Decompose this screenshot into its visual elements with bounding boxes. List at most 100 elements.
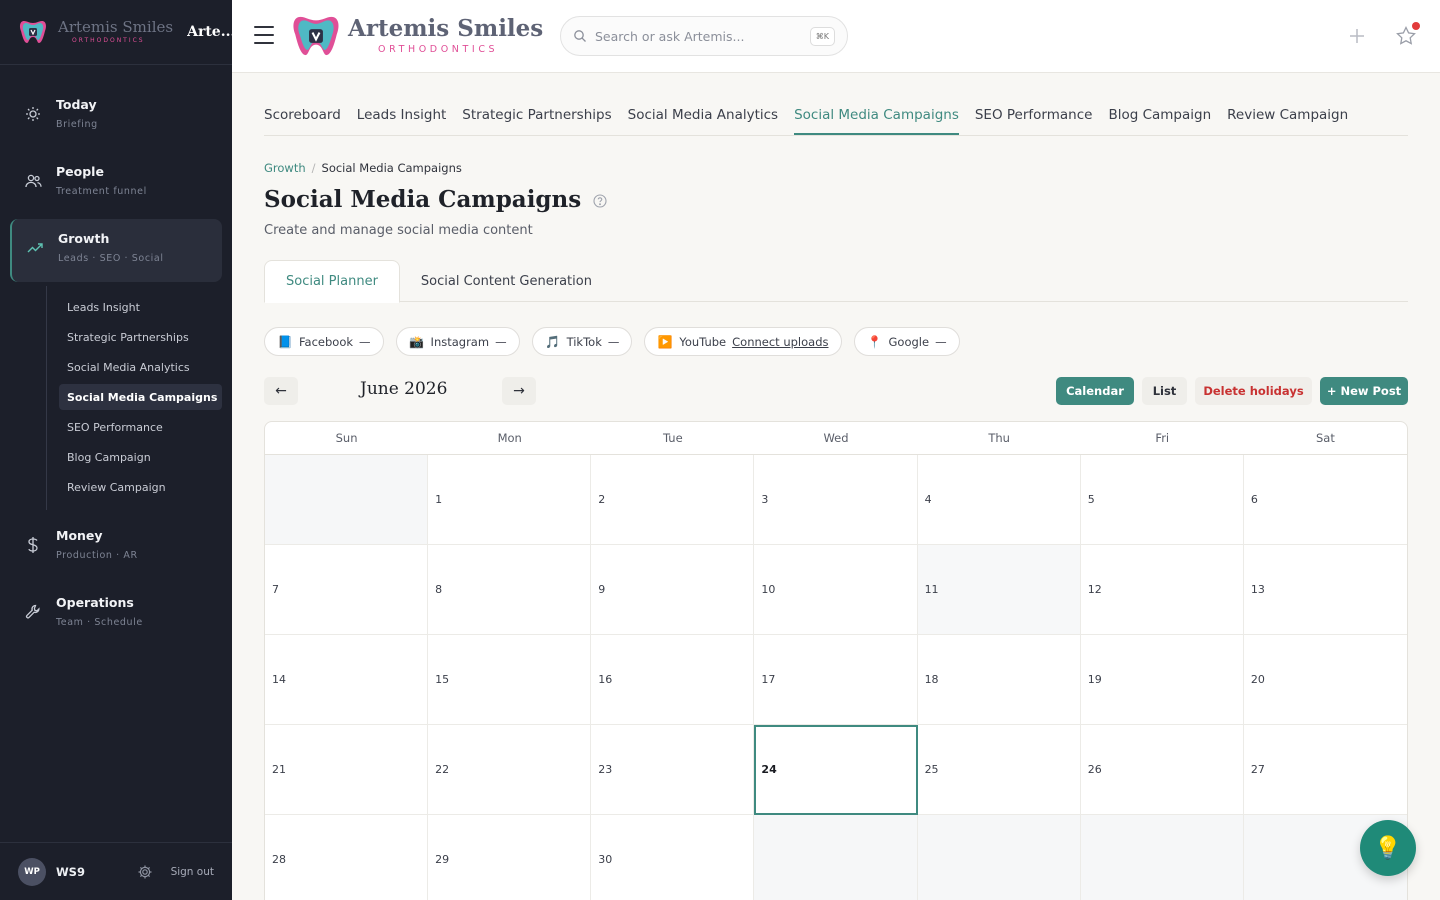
calendar-day[interactable]: 12 <box>1080 545 1244 635</box>
calendar-day[interactable]: 22 <box>428 725 592 815</box>
calendar-day-empty <box>265 455 429 545</box>
chip-instagram[interactable]: 📸 Instagram — <box>395 327 520 356</box>
calendar-day[interactable]: 29 <box>428 815 592 900</box>
chip-tiktok[interactable]: 🎵 TikTok — <box>531 327 633 356</box>
weekday-label: Mon <box>497 431 522 445</box>
calendar-day[interactable]: 25 <box>917 725 1081 815</box>
tab-strategic-partnerships[interactable]: Strategic Partnerships <box>462 107 611 135</box>
prev-month-button[interactable]: ← <box>264 377 298 405</box>
brand-logo[interactable]: Artemis Smiles ORTHODONTICS <box>290 10 543 62</box>
gear-icon[interactable] <box>137 864 153 880</box>
calendar-day[interactable]: 23 <box>591 725 755 815</box>
sidebar-subitem-social-media-campaigns[interactable]: Social Media Campaigns <box>59 384 222 410</box>
calendar-day[interactable]: 16 <box>591 635 755 725</box>
next-month-button[interactable]: → <box>502 377 536 405</box>
chip-facebook[interactable]: 📘 Facebook — <box>264 327 384 356</box>
calendar-day[interactable]: 1 <box>428 455 592 545</box>
brand-name: Artemis Smiles <box>348 15 544 42</box>
calendar-day[interactable]: 8 <box>428 545 592 635</box>
sidebar-subitem-social-media-analytics[interactable]: Social Media Analytics <box>59 354 222 380</box>
sidebar-subitem-blog-campaign[interactable]: Blog Campaign <box>59 444 222 470</box>
lightbulb-assistant-button[interactable]: 💡 <box>1360 820 1416 876</box>
weekday-label: Sun <box>335 431 358 445</box>
calendar-view-button[interactable]: Calendar <box>1056 377 1134 405</box>
day-number: 24 <box>761 763 777 776</box>
day-number: 29 <box>435 853 450 866</box>
day-number: 21 <box>272 763 286 776</box>
sidebar-brand[interactable]: Artemis Smiles ORTHODONTICS Arte... <box>0 0 235 65</box>
calendar-day[interactable]: 17 <box>754 635 918 725</box>
help-icon[interactable] <box>593 193 607 208</box>
weekday-label: Sat <box>1315 431 1335 445</box>
sidebar-item-money[interactable]: Money Production · AR <box>10 516 222 579</box>
calendar-day[interactable]: 6 <box>1243 455 1407 545</box>
day-number: 13 <box>1250 583 1265 596</box>
calendar-day[interactable]: 9 <box>591 545 755 635</box>
calendar-day-today[interactable]: 24 <box>754 725 918 815</box>
calendar-day[interactable]: 10 <box>754 545 918 635</box>
breadcrumb-link-growth[interactable]: Growth <box>264 161 306 175</box>
sign-out-button[interactable]: Sign out <box>171 866 214 878</box>
sidebar-item-operations[interactable]: Operations Team · Schedule <box>10 583 222 646</box>
list-view-button[interactable]: List <box>1142 377 1187 405</box>
tab-blog-campaign[interactable]: Blog Campaign <box>1108 107 1211 135</box>
calendar-day[interactable]: 20 <box>1243 635 1407 725</box>
calendar-day[interactable]: 19 <box>1080 635 1244 725</box>
day-number: 5 <box>1087 493 1095 506</box>
sidebar-nav: Today Briefing People Treatment funnel G… <box>0 65 232 646</box>
tab-leads-insight[interactable]: Leads Insight <box>357 107 447 135</box>
calendar-day-empty <box>917 815 1081 900</box>
day-number: 9 <box>598 583 606 596</box>
day-number: 26 <box>1087 763 1102 776</box>
sidebar-subitem-seo-performance[interactable]: SEO Performance <box>59 414 222 440</box>
sidebar-item-people[interactable]: People Treatment funnel <box>10 152 222 215</box>
avatar[interactable]: WP <box>18 857 46 886</box>
calendar-day[interactable]: 5 <box>1080 455 1244 545</box>
chip-google[interactable]: 📍 Google — <box>853 327 960 356</box>
sidebar-item-title: People <box>56 164 104 179</box>
calendar: Sun Mon Tue Wed Thu Fri Sat 1 2 3 4 5 6 … <box>264 421 1408 900</box>
day-number: 17 <box>761 673 776 686</box>
day-number: 11 <box>924 583 939 596</box>
lightbulb-icon: 💡 <box>1374 835 1402 861</box>
calendar-day[interactable]: 4 <box>917 455 1081 545</box>
calendar-day[interactable]: 14 <box>265 635 429 725</box>
connect-uploads-link[interactable]: Connect uploads <box>732 335 828 349</box>
calendar-day[interactable]: 30 <box>591 815 755 900</box>
calendar-day[interactable]: 7 <box>265 545 429 635</box>
tab-social-media-campaigns[interactable]: Social Media Campaigns <box>794 107 959 135</box>
new-post-button[interactable]: + New Post <box>1320 377 1408 405</box>
sidebar-item-subtitle: Treatment funnel <box>56 186 147 197</box>
calendar-day[interactable]: 11 <box>917 545 1081 635</box>
search-bar[interactable]: ⌘K <box>560 16 848 56</box>
tab-social-planner[interactable]: Social Planner <box>264 260 400 303</box>
search-input[interactable] <box>595 28 810 44</box>
calendar-weekdays: Sun Mon Tue Wed Thu Fri Sat <box>265 422 1407 455</box>
delete-holidays-button[interactable]: Delete holidays <box>1195 377 1312 405</box>
sidebar-item-today[interactable]: Today Briefing <box>10 85 222 148</box>
calendar-day[interactable]: 13 <box>1243 545 1407 635</box>
sidebar-subitem-strategic-partnerships[interactable]: Strategic Partnerships <box>59 324 222 350</box>
calendar-day[interactable]: 26 <box>1080 725 1244 815</box>
day-number: 18 <box>924 673 939 686</box>
tab-seo-performance[interactable]: SEO Performance <box>975 107 1093 135</box>
sidebar-subitem-review-campaign[interactable]: Review Campaign <box>59 474 222 500</box>
plus-icon[interactable] <box>1347 26 1367 46</box>
tab-social-content-generation[interactable]: Social Content Generation <box>400 260 613 302</box>
calendar-day[interactable]: 3 <box>754 455 918 545</box>
calendar-day[interactable]: 28 <box>265 815 429 900</box>
sidebar-item-title: Money <box>56 528 103 543</box>
calendar-day[interactable]: 21 <box>265 725 429 815</box>
tab-social-media-analytics[interactable]: Social Media Analytics <box>628 107 778 135</box>
tab-review-campaign[interactable]: Review Campaign <box>1227 107 1348 135</box>
calendar-day[interactable]: 2 <box>591 455 755 545</box>
calendar-day[interactable]: 27 <box>1243 725 1407 815</box>
tab-scoreboard[interactable]: Scoreboard <box>264 107 341 135</box>
day-number: 2 <box>598 493 606 506</box>
calendar-day[interactable]: 15 <box>428 635 592 725</box>
calendar-day[interactable]: 18 <box>917 635 1081 725</box>
hamburger-menu-icon[interactable] <box>254 26 274 44</box>
weekday-label: Tue <box>663 431 683 445</box>
sidebar-item-growth[interactable]: Growth Leads · SEO · Social <box>10 219 222 282</box>
sidebar-subitem-leads-insight[interactable]: Leads Insight <box>59 294 222 320</box>
